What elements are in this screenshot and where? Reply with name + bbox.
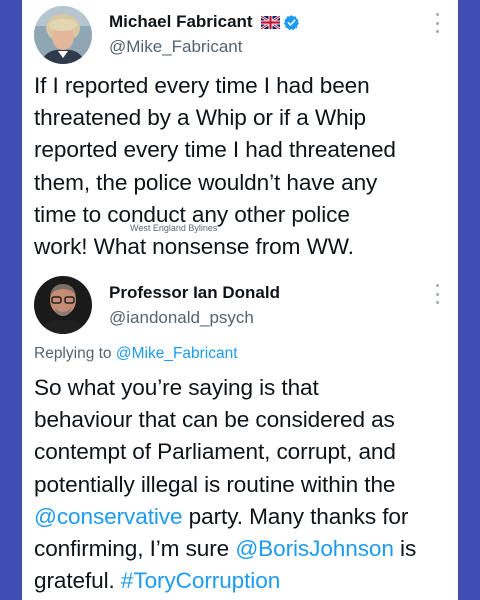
mention-conservative[interactable]: @conservative — [34, 504, 183, 529]
screenshot-card: Michael Fabricant @Mike_Fabricant If I r… — [22, 0, 458, 600]
handle[interactable]: @iandonald_psych — [109, 308, 254, 328]
tweet-text: If I reported every time I had been thre… — [34, 73, 396, 260]
display-name[interactable]: Professor Ian Donald — [109, 283, 280, 303]
avatar-michael-fabricant[interactable] — [34, 6, 92, 64]
uk-flag-icon — [261, 16, 281, 29]
replying-to-link[interactable]: @Mike_Fabricant — [116, 345, 238, 362]
watermark: West England Bylines — [130, 223, 218, 233]
tweet-text: So what you’re saying is that behaviour … — [34, 375, 417, 594]
hashtag-torycorruption[interactable]: #ToryCorruption — [121, 568, 280, 593]
avatar-ian-donald[interactable] — [34, 276, 92, 334]
mention-borisjohnson[interactable]: @BorisJohnson — [235, 536, 394, 561]
handle[interactable]: @Mike_Fabricant — [109, 37, 242, 57]
display-name[interactable]: Michael Fabricant — [109, 12, 300, 32]
replying-to: Replying to @Mike_Fabricant — [34, 345, 238, 362]
more-options-icon[interactable] — [434, 284, 440, 304]
more-options-icon[interactable] — [434, 13, 440, 33]
verified-badge-icon — [284, 15, 300, 31]
